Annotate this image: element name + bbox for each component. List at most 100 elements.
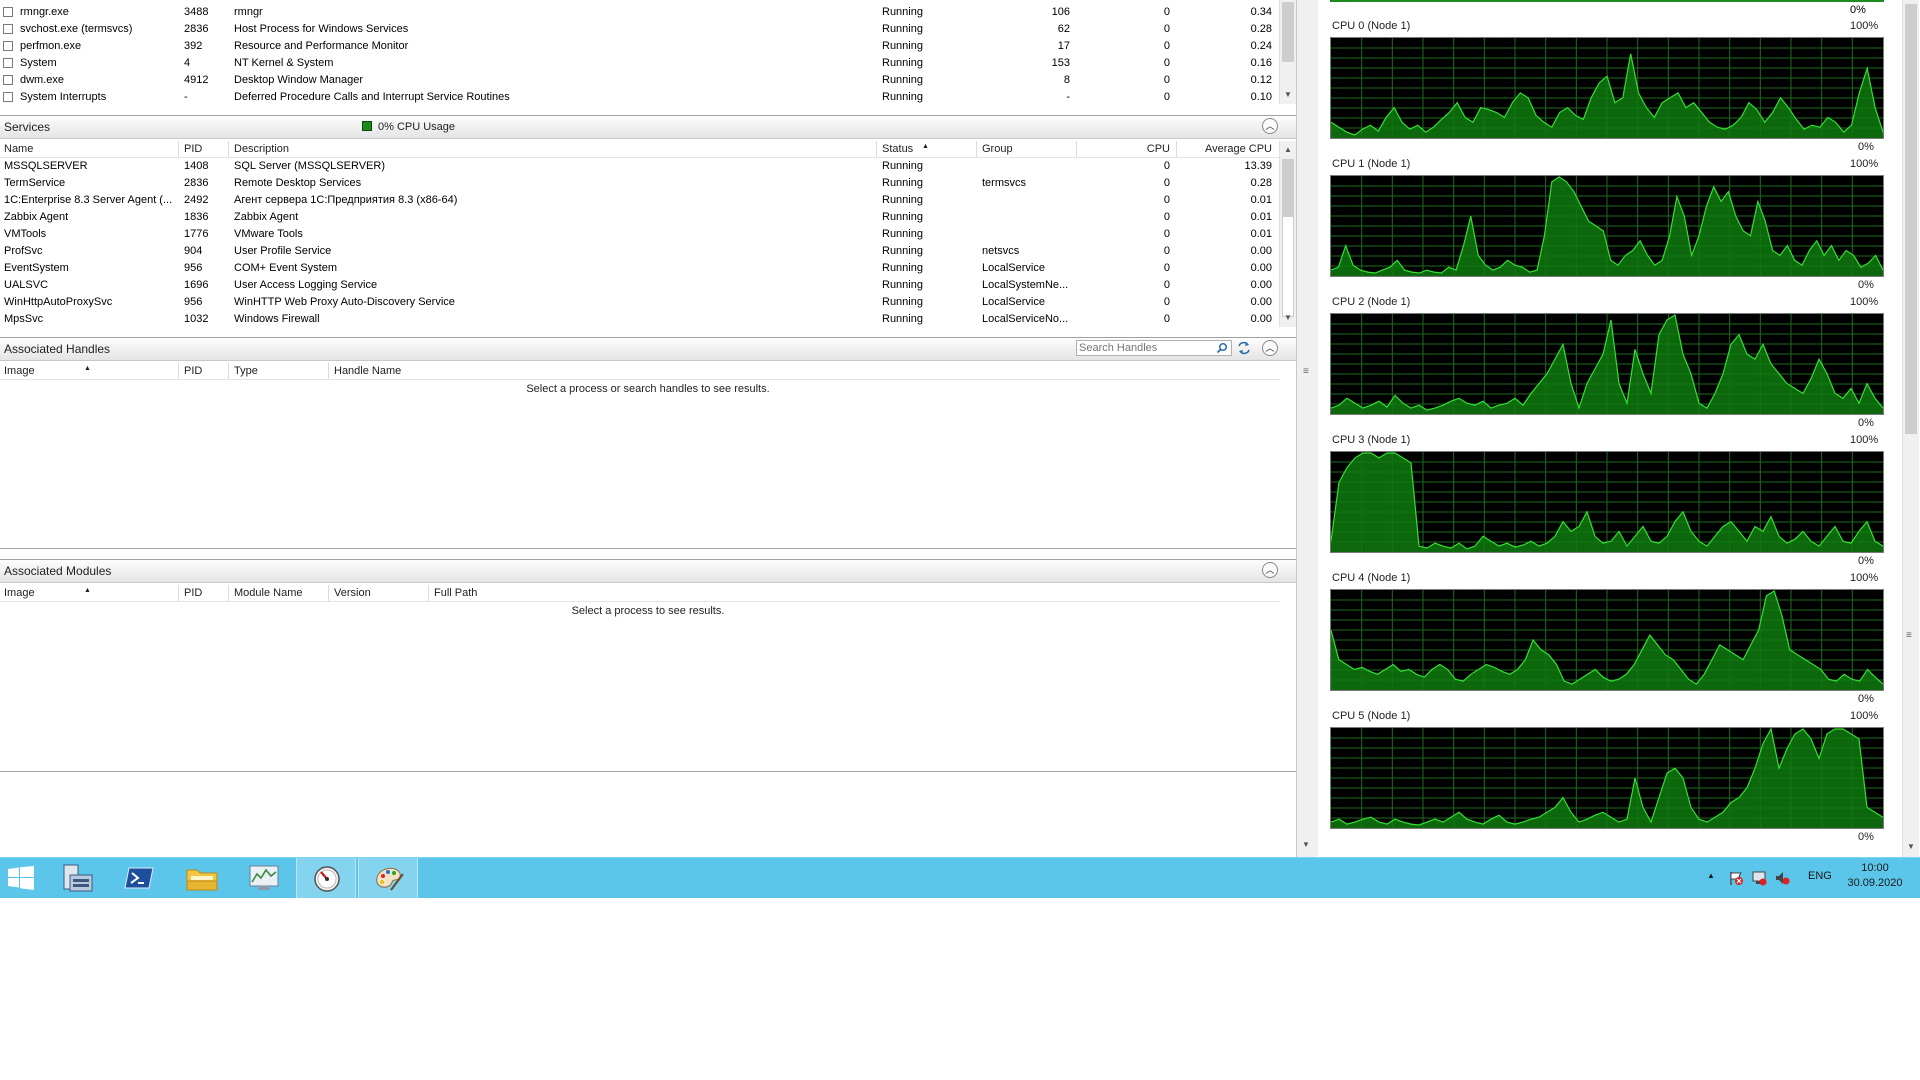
table-row[interactable]: VMTools 1776 VMware Tools Running 0 0.01 xyxy=(0,226,1280,243)
modules-collapse-button[interactable]: ︿ xyxy=(1262,562,1278,578)
cpu-scroll-thumb[interactable] xyxy=(1905,4,1917,434)
col-version[interactable]: Version xyxy=(334,587,371,599)
cpu-graph xyxy=(1330,727,1884,829)
cpu-graph-max-label: 100% xyxy=(1850,710,1879,722)
table-row[interactable]: ProfSvc 904 User Profile Service Running net… xyxy=(0,243,1280,260)
show-hidden-icons-icon[interactable]: ▲ xyxy=(1707,871,1715,880)
table-row[interactable]: Zabbix Agent 1836 Zabbix Agent Running 0 0.01 xyxy=(0,209,1280,226)
process-status: Running xyxy=(882,74,923,86)
handles-section-header[interactable]: Associated Handles ︿ xyxy=(0,337,1296,361)
service-name: MpsSvc xyxy=(4,313,44,325)
table-row[interactable]: System 4 NT Kernel & System Running 153 0 0.16 xyxy=(0,55,1280,72)
process-pid: - xyxy=(184,91,188,103)
col-group[interactable]: Group xyxy=(982,143,1013,155)
services-title: Services xyxy=(4,120,51,134)
grip-icon[interactable]: ≡ xyxy=(1303,366,1309,377)
service-status: Running xyxy=(882,177,923,189)
service-status: Running xyxy=(882,228,923,240)
col-image[interactable]: Image xyxy=(4,365,35,377)
service-status: Running xyxy=(882,194,923,206)
paint-palette-icon xyxy=(376,867,404,891)
table-row[interactable]: 1C:Enterprise 8.3 Server Agent (... 2492 А… xyxy=(0,192,1280,209)
search-handles-input[interactable] xyxy=(1079,341,1209,355)
table-row[interactable]: System Interrupts - Deferred Procedure Cal… xyxy=(0,89,1280,106)
taskbar-powershell[interactable] xyxy=(110,858,170,898)
cpu-graph-max-label: 100% xyxy=(1850,296,1879,308)
table-row[interactable]: MpsSvc 1032 Windows Firewall Running LocalSe… xyxy=(0,311,1280,328)
network-icon[interactable] xyxy=(1751,870,1767,886)
taskbar-clock[interactable]: 10:00 30.09.2020 xyxy=(1840,861,1910,891)
input-language-indicator[interactable]: ENG xyxy=(1808,870,1832,882)
scroll-down-arrow-icon[interactable]: ▼ xyxy=(1302,840,1310,849)
search-handles-box[interactable] xyxy=(1076,340,1232,356)
grip-icon[interactable]: ≡ xyxy=(1906,630,1912,641)
refresh-icon[interactable] xyxy=(1236,340,1252,356)
process-checkbox[interactable] xyxy=(3,7,13,17)
services-collapse-button[interactable]: ︿ xyxy=(1262,118,1278,134)
divider xyxy=(0,771,1296,772)
services-scroll-thumb[interactable] xyxy=(1282,159,1294,217)
table-row[interactable]: svchost.exe (termsvcs) 2836 Host Process f… xyxy=(0,21,1280,38)
col-full-path[interactable]: Full Path xyxy=(434,587,477,599)
col-average-cpu[interactable]: Average CPU xyxy=(1182,143,1272,155)
scroll-down-arrow-icon[interactable]: ▼ xyxy=(1280,88,1296,102)
main-scrollbar[interactable] xyxy=(1300,0,1314,857)
cpu-graph-label: CPU 3 (Node 1) xyxy=(1332,434,1411,446)
col-pid[interactable]: PID xyxy=(184,365,202,377)
taskbar-file-explorer[interactable] xyxy=(172,858,232,898)
col-name[interactable]: Name xyxy=(4,143,33,155)
table-row[interactable]: WinHttpAutoProxySvc 956 WinHTTP Web Proxy … xyxy=(0,294,1280,311)
service-description: Remote Desktop Services xyxy=(234,177,362,189)
services-section-header[interactable]: Services 0% CPU Usage ︿ xyxy=(0,115,1296,139)
service-average-cpu: 0.01 xyxy=(1250,228,1272,240)
process-checkbox[interactable] xyxy=(3,58,13,68)
windows-logo-icon xyxy=(8,866,34,890)
col-type[interactable]: Type xyxy=(234,365,258,377)
speaker-muted-icon[interactable] xyxy=(1774,870,1790,886)
taskbar-paint[interactable] xyxy=(358,858,418,898)
col-cpu[interactable]: CPU xyxy=(1082,143,1170,155)
process-checkbox[interactable] xyxy=(3,92,13,102)
service-status: Running xyxy=(882,245,923,257)
process-description: NT Kernel & System xyxy=(234,57,334,69)
table-row[interactable]: rmngr.exe 3488 rmngr Running 106 0 0.34 xyxy=(0,4,1280,21)
service-name: EventSystem xyxy=(4,262,69,274)
cpu-graph-label: CPU 0 (Node 1) xyxy=(1332,20,1411,32)
sort-ascending-icon: ▲ xyxy=(922,143,929,150)
handles-collapse-button[interactable]: ︿ xyxy=(1262,340,1278,356)
table-row[interactable]: perfmon.exe 392 Resource and Performance M… xyxy=(0,38,1280,55)
col-image[interactable]: Image xyxy=(4,587,35,599)
table-row[interactable]: dwm.exe 4912 Desktop Window Manager Running… xyxy=(0,72,1280,89)
services-scrollbar[interactable]: ▲ ▼ xyxy=(1279,141,1296,327)
service-cpu: 0 xyxy=(1163,313,1170,325)
process-checkbox[interactable] xyxy=(3,24,13,34)
taskbar-resource-monitor[interactable] xyxy=(296,858,356,898)
cpu-graph xyxy=(1330,313,1884,415)
table-row[interactable]: MSSQLSERVER 1408 SQL Server (MSSQLSERVER) R… xyxy=(0,158,1280,175)
col-module-name[interactable]: Module Name xyxy=(234,587,302,599)
col-pid[interactable]: PID xyxy=(184,587,202,599)
processes-scroll-thumb[interactable] xyxy=(1282,2,1294,62)
taskbar-server-manager[interactable] xyxy=(48,858,108,898)
action-center-flag-icon[interactable] xyxy=(1728,870,1744,886)
search-icon[interactable] xyxy=(1216,342,1228,354)
col-status[interactable]: Status xyxy=(882,143,913,155)
col-pid[interactable]: PID xyxy=(184,143,202,155)
col-description[interactable]: Description xyxy=(234,143,289,155)
pane-splitter[interactable]: ≡ ▼ xyxy=(1296,0,1320,857)
process-checkbox[interactable] xyxy=(3,75,13,85)
process-checkbox[interactable] xyxy=(3,41,13,51)
scroll-down-arrow-icon[interactable]: ▼ xyxy=(1903,840,1919,854)
scroll-down-arrow-icon[interactable]: ▼ xyxy=(1280,311,1296,325)
table-row[interactable]: UALSVC 1696 User Access Logging Service Run… xyxy=(0,277,1280,294)
cpu-pane-scrollbar[interactable]: ≡ ▼ xyxy=(1902,0,1919,857)
service-average-cpu: 0.00 xyxy=(1250,262,1272,274)
taskbar-performance-monitor[interactable] xyxy=(234,858,294,898)
service-cpu: 0 xyxy=(1163,296,1170,308)
processes-scrollbar[interactable]: ▼ xyxy=(1279,0,1296,104)
table-row[interactable]: TermService 2836 Remote Desktop Services Ru… xyxy=(0,175,1280,192)
table-row[interactable]: EventSystem 956 COM+ Event System Running Lo… xyxy=(0,260,1280,277)
scroll-up-arrow-icon[interactable]: ▲ xyxy=(1280,143,1296,157)
modules-section-header[interactable]: Associated Modules ︿ xyxy=(0,559,1296,583)
col-handle-name[interactable]: Handle Name xyxy=(334,365,401,377)
